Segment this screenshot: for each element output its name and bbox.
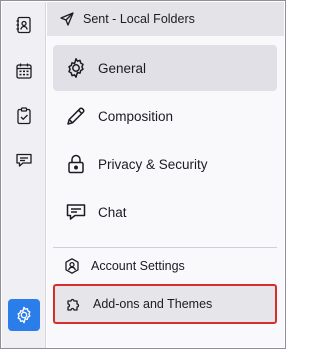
category-general[interactable]: General	[53, 45, 277, 91]
category-label: Chat	[98, 204, 127, 220]
settings-categories: General Composition Privacy & Security C…	[47, 36, 284, 347]
account-settings-label: Account Settings	[91, 259, 185, 273]
category-chat[interactable]: Chat	[53, 189, 277, 235]
category-composition[interactable]: Composition	[53, 93, 277, 139]
folder-title: Sent - Local Folders	[83, 12, 195, 26]
chat-space-button[interactable]	[8, 144, 40, 176]
address-book-button[interactable]	[8, 9, 40, 41]
addons-themes-item[interactable]: Add-ons and Themes	[53, 284, 277, 324]
tasks-button[interactable]	[8, 100, 40, 132]
folder-header: Sent - Local Folders	[47, 2, 284, 36]
category-label: Composition	[98, 108, 174, 124]
calendar-button[interactable]	[8, 55, 40, 87]
send-icon	[60, 12, 74, 26]
puzzle-icon	[67, 298, 80, 311]
spaces-toolbar	[2, 2, 46, 348]
pencil-icon	[67, 107, 85, 125]
settings-window: Sent - Local Folders General Composition	[0, 0, 286, 349]
lock-icon	[68, 154, 84, 174]
gear-icon	[68, 58, 84, 78]
account-settings-item[interactable]: Account Settings	[53, 247, 277, 285]
category-privacy-security[interactable]: Privacy & Security	[53, 141, 277, 187]
account-icon	[65, 258, 79, 274]
tasks-icon	[17, 107, 31, 125]
address-book-icon	[16, 16, 31, 34]
chat-icon	[16, 153, 32, 167]
chat-icon	[66, 204, 86, 220]
settings-button[interactable]	[8, 299, 40, 331]
category-label: Privacy & Security	[98, 156, 208, 172]
addons-themes-label: Add-ons and Themes	[93, 297, 213, 311]
category-label: General	[98, 60, 147, 76]
calendar-icon	[16, 63, 32, 79]
gear-icon	[17, 306, 31, 324]
